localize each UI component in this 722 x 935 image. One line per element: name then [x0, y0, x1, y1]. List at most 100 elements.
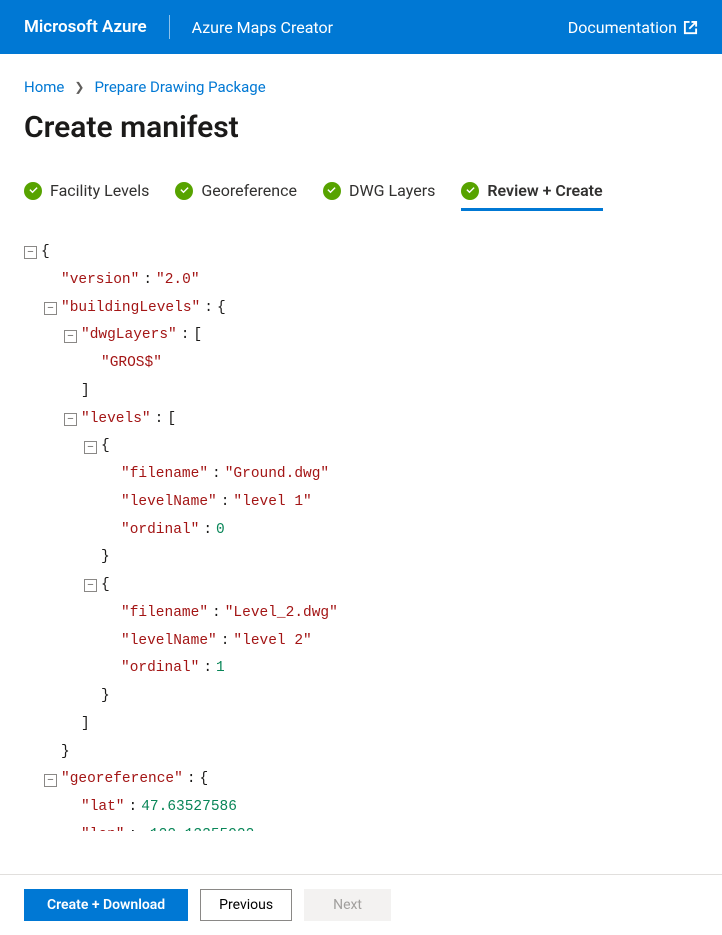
json-line: −"buildingLevels":{ — [24, 295, 698, 323]
json-token-key: "buildingLevels" — [61, 298, 200, 320]
json-token-key: "dwgLayers" — [81, 325, 177, 347]
json-token-str: "level 2" — [233, 631, 311, 653]
json-line: "levelName":"level 2" — [24, 628, 698, 656]
json-token-str: "2.0" — [156, 270, 200, 292]
json-line: −{ — [24, 572, 698, 600]
breadcrumb-home[interactable]: Home — [24, 78, 64, 96]
topbar-left: Microsoft Azure Azure Maps Creator — [24, 15, 333, 39]
json-token-key: "filename" — [121, 603, 208, 625]
json-line: ] — [24, 378, 698, 406]
json-token-colon: : — [177, 325, 194, 347]
collapse-toggle-icon[interactable]: − — [84, 579, 97, 592]
collapse-toggle-icon[interactable]: − — [64, 330, 77, 343]
json-line: −"dwgLayers":[ — [24, 322, 698, 350]
json-token-punct: } — [101, 547, 110, 569]
json-token-colon: : — [151, 409, 168, 431]
json-token-punct: ] — [81, 381, 90, 403]
json-token-key: "levels" — [81, 409, 151, 431]
json-line: } — [24, 683, 698, 711]
json-token-num: 47.63527586 — [141, 797, 237, 819]
check-circle-icon — [323, 182, 341, 200]
json-line: "ordinal":0 — [24, 517, 698, 545]
json-token-colon: : — [208, 464, 225, 486]
json-token-key: "lat" — [81, 797, 125, 819]
manifest-json-viewer[interactable]: −{"version":"2.0"−"buildingLevels":{−"dw… — [24, 239, 698, 831]
json-token-punct: ] — [81, 714, 90, 736]
json-token-punct: } — [101, 686, 110, 708]
documentation-link[interactable]: Documentation — [568, 18, 698, 37]
wizard-tabs: Facility Levels Georeference DWG Layers Rev… — [24, 181, 698, 211]
json-line: "lat":47.63527586 — [24, 794, 698, 822]
json-token-colon: : — [200, 298, 217, 320]
json-line: −"levels":[ — [24, 406, 698, 434]
json-token-punct: [ — [193, 325, 202, 347]
json-token-key: "lon" — [81, 825, 125, 831]
json-token-str: "Level_2.dwg" — [225, 603, 338, 625]
check-circle-icon — [175, 182, 193, 200]
check-circle-icon — [24, 182, 42, 200]
check-circle-icon — [461, 182, 479, 200]
json-line: "version":"2.0" — [24, 267, 698, 295]
json-line: "filename":"Ground.dwg" — [24, 461, 698, 489]
json-token-punct: [ — [167, 409, 176, 431]
tab-dwg-layers[interactable]: DWG Layers — [323, 181, 435, 211]
tab-review-create[interactable]: Review + Create — [461, 181, 602, 211]
json-line: "filename":"Level_2.dwg" — [24, 600, 698, 628]
collapse-toggle-icon[interactable]: − — [44, 302, 57, 315]
json-token-colon: : — [125, 797, 142, 819]
json-token-key: "ordinal" — [121, 658, 199, 680]
json-token-colon: : — [217, 631, 234, 653]
json-line: −{ — [24, 239, 698, 267]
collapse-toggle-icon[interactable]: − — [24, 246, 37, 259]
json-line: "lon":-122.13355922 — [24, 822, 698, 831]
json-line: −{ — [24, 433, 698, 461]
json-token-punct: } — [61, 742, 70, 764]
json-token-str: "GROS$" — [101, 353, 162, 375]
json-line: } — [24, 739, 698, 767]
json-token-punct: { — [41, 242, 50, 264]
next-button: Next — [304, 889, 391, 921]
json-line: "GROS$" — [24, 350, 698, 378]
json-token-colon: : — [208, 603, 225, 625]
json-token-num: 1 — [216, 658, 225, 680]
json-token-key: "levelName" — [121, 492, 217, 514]
documentation-label: Documentation — [568, 18, 677, 37]
json-token-key: "version" — [61, 270, 139, 292]
brand-logo[interactable]: Microsoft Azure — [24, 17, 147, 37]
create-download-button[interactable]: Create + Download — [24, 889, 188, 921]
json-token-colon: : — [183, 769, 200, 791]
json-token-key: "levelName" — [121, 631, 217, 653]
chevron-right-icon: ❯ — [74, 80, 84, 94]
json-line: } — [24, 544, 698, 572]
tab-georeference[interactable]: Georeference — [175, 181, 297, 211]
json-token-colon: : — [125, 825, 142, 831]
tab-label: Facility Levels — [50, 181, 149, 200]
footer-actions: Create + Download Previous Next — [0, 874, 722, 935]
json-token-str: "level 1" — [233, 492, 311, 514]
json-line: ] — [24, 711, 698, 739]
topbar: Microsoft Azure Azure Maps Creator Docum… — [0, 0, 722, 54]
json-token-str: "Ground.dwg" — [225, 464, 329, 486]
json-token-colon: : — [199, 658, 216, 680]
json-line: "ordinal":1 — [24, 655, 698, 683]
json-token-colon: : — [199, 520, 216, 542]
json-token-colon: : — [139, 270, 156, 292]
tab-label: Georeference — [201, 181, 297, 200]
tab-facility-levels[interactable]: Facility Levels — [24, 181, 149, 211]
json-token-punct: { — [217, 298, 226, 320]
previous-button[interactable]: Previous — [200, 889, 292, 921]
collapse-toggle-icon[interactable]: − — [84, 441, 97, 454]
app-name: Azure Maps Creator — [192, 18, 333, 37]
json-token-punct: { — [101, 575, 110, 597]
collapse-toggle-icon[interactable]: − — [44, 774, 57, 787]
page-title: Create manifest — [24, 110, 698, 145]
breadcrumb: Home ❯ Prepare Drawing Package — [24, 78, 698, 96]
json-token-key: "georeference" — [61, 769, 183, 791]
content-area: Home ❯ Prepare Drawing Package Create ma… — [0, 54, 722, 831]
json-line: "levelName":"level 1" — [24, 489, 698, 517]
external-link-icon — [683, 20, 698, 35]
tab-label: Review + Create — [487, 181, 602, 200]
json-token-num: -122.13355922 — [141, 825, 254, 831]
collapse-toggle-icon[interactable]: − — [64, 413, 77, 426]
breadcrumb-prepare[interactable]: Prepare Drawing Package — [94, 78, 265, 96]
